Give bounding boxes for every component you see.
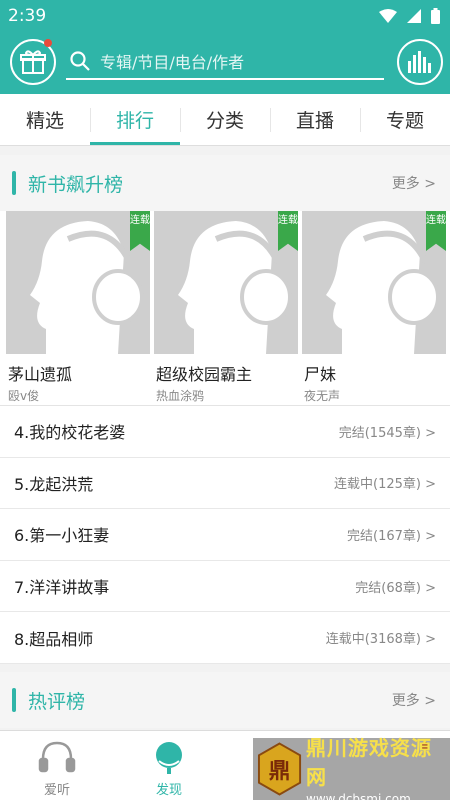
watermark-logo: 鼎 [257, 742, 302, 796]
equalizer-icon [408, 51, 431, 73]
book-title: 超级校园霸主 [156, 365, 253, 384]
nav-label: 爱听 [43, 783, 70, 798]
watermark-url: www.dcbsmj.com [306, 792, 411, 800]
list-item[interactable]: 4.我的校花老婆 完结(1545章) > [0, 406, 450, 458]
book-author: 夜无声 [304, 389, 341, 403]
search-icon [70, 51, 90, 71]
wifi-icon [379, 9, 397, 23]
section-accent-bar [12, 688, 16, 712]
book-card[interactable]: 连载 茅山遗孤 殴v俊 [6, 211, 150, 404]
nav-item-listen[interactable]: 爱听 [12, 731, 102, 800]
book-status: 完结(1545章) > [338, 425, 436, 441]
book-cover: 连载 [154, 211, 298, 354]
book-card[interactable]: 连载 尸妹 夜无声 [302, 211, 446, 404]
book-cover: 连载 [6, 211, 150, 354]
headphones-placeholder-icon [178, 221, 292, 354]
signal-icon [407, 9, 421, 23]
category-tabs: 精选 排行 分类 直播 专题 [0, 94, 450, 146]
section-header-hot-reviews: 热评榜 更多 > [0, 672, 450, 728]
search-input[interactable]: 专辑/节目/电台/作者 [66, 44, 384, 80]
globe-icon [156, 742, 182, 774]
book-name: 4.我的校花老婆 [14, 423, 126, 443]
nav-label: 发现 [155, 783, 182, 798]
svg-text:鼎: 鼎 [269, 759, 291, 784]
book-status: 完结(167章) > [347, 528, 436, 544]
tab-topics[interactable]: 专题 [360, 94, 450, 145]
player-button[interactable] [397, 39, 443, 85]
more-link[interactable]: 更多 > [392, 173, 436, 193]
book-status: 连载中(3168章) > [325, 632, 436, 648]
battery-icon [431, 8, 440, 24]
tab-ranking[interactable]: 排行 [90, 94, 180, 145]
book-name: 8.超品相师 [14, 629, 94, 649]
gift-icon [20, 50, 46, 74]
top-bar: 专辑/节目/电台/作者 [0, 32, 450, 94]
book-title: 茅山遗孤 [8, 365, 73, 384]
book-author: 殴v俊 [8, 389, 40, 403]
book-author: 热血涂鸦 [156, 389, 205, 403]
book-title: 尸妹 [304, 365, 337, 384]
section-header-new-books: 新书飙升榜 更多 > [0, 155, 450, 211]
book-card[interactable]: 连载 超级校园霸主 热血涂鸦 [154, 211, 298, 404]
list-item[interactable]: 7.洋洋讲故事 完结(68章) > [0, 561, 450, 613]
book-name: 7.洋洋讲故事 [14, 578, 110, 598]
list-item[interactable]: 6.第一小狂妻 完结(167章) > [0, 509, 450, 561]
book-name: 5.龙起洪荒 [14, 474, 94, 494]
list-item[interactable]: 8.超品相师 连载中(3168章) > [0, 612, 450, 664]
status-time: 2:39 [8, 6, 47, 26]
section-title: 热评榜 [28, 690, 86, 713]
nav-item-discover[interactable]: 发现 [124, 731, 214, 800]
notification-dot [44, 39, 52, 47]
status-bar: 2:39 [0, 0, 450, 32]
section-accent-bar [12, 171, 16, 195]
book-status: 完结(68章) > [355, 580, 436, 596]
search-placeholder: 专辑/节目/电台/作者 [100, 53, 245, 72]
tab-featured[interactable]: 精选 [0, 94, 90, 145]
section-title: 新书飙升榜 [28, 173, 124, 196]
more-link[interactable]: 更多 > [392, 690, 436, 710]
book-status: 连载中(125章) > [334, 477, 436, 493]
book-cover: 连载 [302, 211, 446, 354]
tab-live[interactable]: 直播 [270, 94, 360, 145]
watermark: 鼎 鼎川游戏资源网 www.dcbsmj.com [253, 736, 450, 800]
headphones-icon [38, 741, 76, 773]
headphones-placeholder-icon [30, 221, 144, 354]
book-grid: 连载 茅山遗孤 殴v俊 连载 超级校园霸主 热血涂鸦 连载 尸妹 夜无声 [0, 211, 450, 405]
ranking-list: 4.我的校花老婆 完结(1545章) > 5.龙起洪荒 连载中(125章) > … [0, 405, 450, 664]
book-name: 6.第一小狂妻 [14, 526, 110, 546]
headphones-placeholder-icon [326, 221, 440, 354]
tab-category[interactable]: 分类 [180, 94, 270, 145]
list-item[interactable]: 5.龙起洪荒 连载中(125章) > [0, 458, 450, 510]
status-icons [379, 8, 440, 24]
watermark-name: 鼎川游戏资源网 [306, 736, 433, 789]
